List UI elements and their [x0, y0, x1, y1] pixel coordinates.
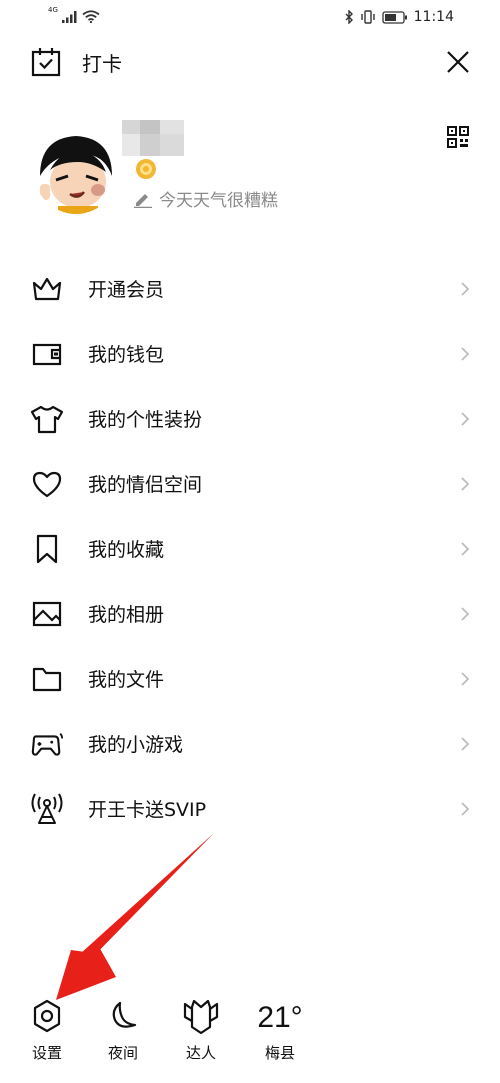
chevron-right-icon	[461, 411, 470, 426]
chevron-right-icon	[461, 671, 470, 686]
menu-label: 开王卡送SVIP	[88, 799, 207, 821]
menu-item-wangka-svip[interactable]: 开王卡送SVIP	[0, 776, 500, 841]
night-mode-label: 夜间	[107, 1044, 138, 1062]
menu-label: 我的个性装扮	[88, 409, 203, 431]
close-icon[interactable]	[444, 48, 472, 76]
qr-code-icon[interactable]	[447, 126, 469, 148]
settings-button[interactable]: 设置	[12, 996, 82, 1063]
status-right: 11:14	[345, 9, 454, 25]
calendar-check-icon	[31, 48, 61, 77]
drawer-menu: 开通会员 我的钱包 我的个性装扮 我的情侣空间 我的收藏 我的相册 我的文件 我…	[0, 256, 500, 841]
night-mode-button[interactable]: 夜间	[88, 996, 158, 1063]
weather-widget[interactable]: 21° 梅县	[245, 996, 315, 1063]
temperature-value: 21°	[257, 1001, 303, 1034]
wifi-icon	[82, 10, 100, 23]
gamepad-icon	[30, 727, 64, 761]
battery-icon	[381, 10, 407, 24]
vibrate-icon	[360, 10, 375, 24]
chevron-right-icon	[461, 281, 470, 296]
avatar[interactable]	[34, 130, 118, 214]
moon-icon	[112, 1001, 137, 1028]
chevron-right-icon	[461, 606, 470, 621]
folder-icon	[30, 662, 64, 696]
settings-label: 设置	[31, 1044, 62, 1062]
expert-button[interactable]: 达人	[166, 996, 236, 1063]
settings-icon	[33, 999, 61, 1033]
menu-item-favorites[interactable]: 我的收藏	[0, 516, 500, 581]
menu-item-files[interactable]: 我的文件	[0, 646, 500, 711]
chevron-right-icon	[461, 476, 470, 491]
menu-item-wallet[interactable]: 我的钱包	[0, 321, 500, 386]
tshirt-icon	[30, 402, 64, 436]
menu-label: 开通会员	[88, 279, 165, 301]
status-time: 11:14	[413, 9, 454, 25]
menu-item-dressup[interactable]: 我的个性装扮	[0, 386, 500, 451]
profile-section: 今天天气很糟糕	[0, 110, 500, 220]
menu-label: 我的小游戏	[88, 734, 184, 756]
drawer-header: 打卡	[0, 40, 500, 86]
signal-icon	[61, 11, 77, 23]
wallet-icon	[30, 337, 64, 371]
status-left: 4G	[48, 6, 100, 23]
signature-edit[interactable]: 今天天气很糟糕	[133, 186, 278, 211]
pencil-icon	[134, 193, 152, 208]
menu-label: 我的收藏	[88, 539, 165, 561]
network-type: 4G	[48, 6, 58, 14]
menu-label: 我的情侣空间	[88, 474, 203, 496]
bluetooth-icon	[345, 10, 353, 24]
menu-label: 我的钱包	[88, 344, 165, 366]
expert-badge-icon	[183, 999, 219, 1035]
menu-item-vip[interactable]: 开通会员	[0, 256, 500, 321]
expert-label: 达人	[185, 1044, 216, 1062]
checkin-label: 打卡	[82, 51, 122, 76]
menu-item-album[interactable]: 我的相册	[0, 581, 500, 646]
menu-label: 我的相册	[88, 604, 165, 626]
chevron-right-icon	[461, 541, 470, 556]
city-label: 梅县	[264, 1044, 295, 1062]
menu-item-minigames[interactable]: 我的小游戏	[0, 711, 500, 776]
bookmark-icon	[30, 532, 64, 566]
broadcast-icon	[30, 792, 64, 826]
chevron-right-icon	[461, 346, 470, 361]
photo-album-icon	[30, 597, 64, 631]
drawer-bottom-bar: 设置 夜间 达人 21° 梅县	[0, 996, 500, 1076]
vip-badge-icon[interactable]	[135, 158, 157, 180]
username-blurred	[122, 120, 184, 156]
status-bar: 4G 11:14	[0, 0, 500, 38]
menu-label: 我的文件	[88, 669, 165, 691]
menu-item-couple-space[interactable]: 我的情侣空间	[0, 451, 500, 516]
signature-text: 今天天气很糟糕	[159, 191, 278, 211]
chevron-right-icon	[461, 736, 470, 751]
checkin-button[interactable]: 打卡	[30, 46, 122, 78]
chevron-right-icon	[461, 801, 470, 816]
heart-icon	[30, 467, 64, 501]
crown-icon	[30, 272, 64, 306]
